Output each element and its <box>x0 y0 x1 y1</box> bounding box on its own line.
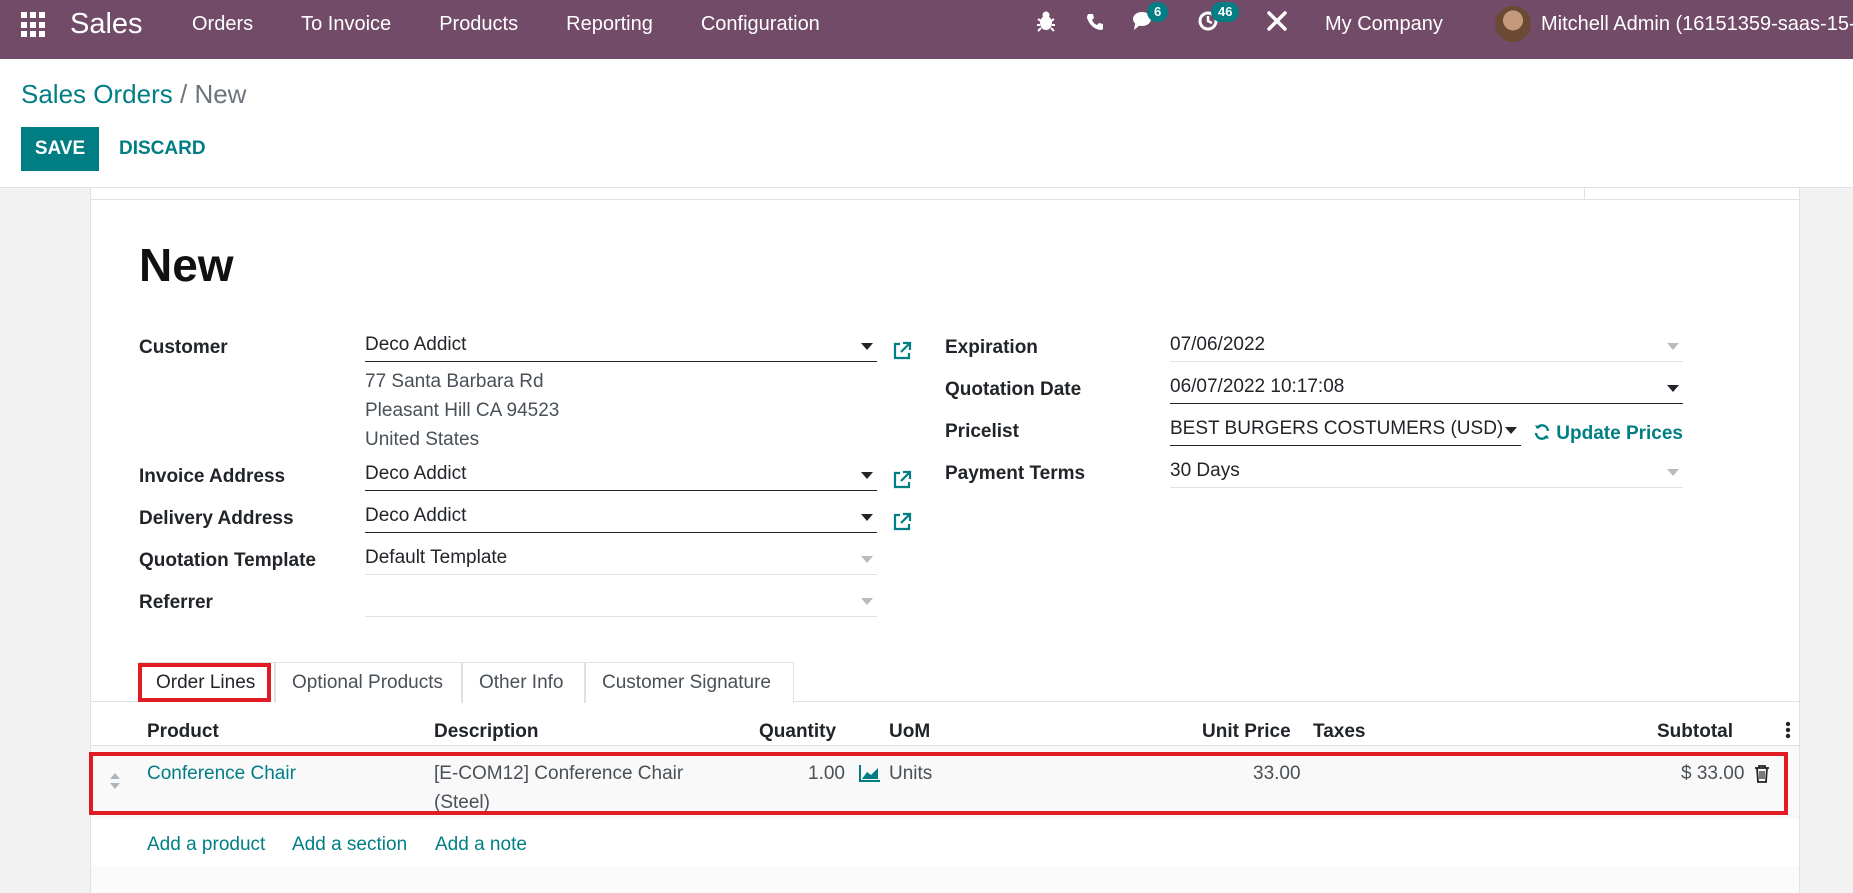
bug-icon[interactable] <box>1031 10 1061 40</box>
referrer-label: Referrer <box>139 592 213 613</box>
update-prices-button[interactable]: Update Prices <box>1533 423 1683 445</box>
customer-value: Deco Addict <box>365 334 467 355</box>
chevron-down-icon[interactable] <box>861 556 873 563</box>
breadcrumb-separator: / <box>179 79 188 109</box>
expiration-field[interactable]: 07/06/2022 <box>1170 330 1683 362</box>
refresh-icon <box>1534 424 1550 440</box>
chevron-down-icon[interactable] <box>1667 469 1679 476</box>
user-avatar[interactable] <box>1495 6 1531 42</box>
customer-address-city: Pleasant Hill CA 94523 <box>365 400 560 421</box>
app-brand[interactable]: Sales <box>70 8 143 41</box>
tab-optional-products[interactable]: Optional Products <box>275 662 462 703</box>
pricelist-label: Pricelist <box>945 421 1019 442</box>
top-navbar: Sales Orders To Invoice Products Reporti… <box>0 0 1853 59</box>
discard-button[interactable]: DISCARD <box>108 127 217 171</box>
column-description[interactable]: Description <box>434 721 539 743</box>
status-bar <box>91 188 1799 200</box>
quotation-date-value: 06/07/2022 10:17:08 <box>1170 376 1345 397</box>
control-panel: Sales Orders / New SAVE DISCARD <box>0 59 1853 188</box>
menu-to-invoice[interactable]: To Invoice <box>277 0 415 49</box>
chevron-down-icon[interactable] <box>861 598 873 605</box>
quotation-template-label: Quotation Template <box>139 550 316 571</box>
invoice-address-field[interactable]: Deco Addict <box>365 459 877 491</box>
column-uom[interactable]: UoM <box>889 721 930 743</box>
chevron-down-icon[interactable] <box>861 343 873 350</box>
external-link-icon[interactable] <box>891 511 913 533</box>
chevron-down-icon[interactable] <box>861 472 873 479</box>
payment-terms-value: 30 Days <box>1170 460 1240 481</box>
quotation-template-field[interactable]: Default Template <box>365 543 877 575</box>
add-section-link[interactable]: Add a section <box>292 834 407 856</box>
payment-terms-label: Payment Terms <box>945 463 1086 484</box>
expiration-value: 07/06/2022 <box>1170 334 1266 355</box>
company-switcher[interactable]: My Company <box>1325 13 1443 36</box>
activity-count-badge: 46 <box>1211 2 1240 22</box>
tab-highlight-box <box>138 663 271 702</box>
table-footer <box>91 866 1799 893</box>
activity-clock-icon[interactable]: 46 <box>1193 2 1240 40</box>
column-subtotal[interactable]: Subtotal <box>1657 721 1733 743</box>
customer-label: Customer <box>139 337 228 358</box>
menu-reporting[interactable]: Reporting <box>542 0 677 49</box>
delivery-address-field[interactable]: Deco Addict <box>365 501 877 533</box>
breadcrumb-sales-orders[interactable]: Sales Orders <box>21 79 173 109</box>
quotation-date-field[interactable]: 06/07/2022 10:17:08 <box>1170 372 1683 404</box>
referrer-field[interactable] <box>365 585 877 617</box>
chevron-down-icon[interactable] <box>1505 427 1517 434</box>
customer-address-country: United States <box>365 429 480 450</box>
chat-icon[interactable]: 6 <box>1129 2 1169 40</box>
apps-menu-icon[interactable] <box>21 12 47 38</box>
delivery-address-value: Deco Addict <box>365 505 467 526</box>
update-prices-label: Update Prices <box>1556 423 1684 444</box>
notebook-tabs: Order Lines Optional Products Other Info… <box>91 662 1799 703</box>
chevron-down-icon[interactable] <box>861 514 873 521</box>
column-taxes[interactable]: Taxes <box>1313 721 1365 743</box>
column-product[interactable]: Product <box>147 721 219 743</box>
column-options-icon[interactable] <box>1785 721 1795 745</box>
tab-customer-signature[interactable]: Customer Signature <box>585 662 794 703</box>
save-button[interactable]: SAVE <box>21 127 99 171</box>
chevron-down-icon[interactable] <box>1667 343 1679 350</box>
row-highlight-box <box>89 752 1788 815</box>
add-product-link[interactable]: Add a product <box>147 834 265 856</box>
payment-terms-field[interactable]: 30 Days <box>1170 456 1683 488</box>
quotation-date-label: Quotation Date <box>945 379 1082 400</box>
menu-orders[interactable]: Orders <box>168 0 277 49</box>
pricelist-value: BEST BURGERS COSTUMERS (USD) <box>1170 418 1504 439</box>
customer-field[interactable]: Deco Addict <box>365 330 877 362</box>
breadcrumb: Sales Orders / New <box>21 79 246 110</box>
user-menu[interactable]: Mitchell Admin (16151359-saas-15-1 <box>1541 13 1853 36</box>
column-unit-price[interactable]: Unit Price <box>1202 721 1291 743</box>
expiration-label: Expiration <box>945 337 1038 358</box>
phone-icon[interactable] <box>1080 10 1110 40</box>
quotation-template-value: Default Template <box>365 547 508 568</box>
external-link-icon[interactable] <box>891 340 913 362</box>
page-title: New <box>139 239 234 291</box>
invoice-address-label: Invoice Address <box>139 466 286 487</box>
invoice-address-value: Deco Addict <box>365 463 467 484</box>
add-note-link[interactable]: Add a note <box>435 834 527 856</box>
tools-icon[interactable] <box>1262 10 1292 40</box>
customer-address-street: 77 Santa Barbara Rd <box>365 371 544 392</box>
tab-other-info[interactable]: Other Info <box>462 662 585 703</box>
menu-products[interactable]: Products <box>415 0 542 49</box>
column-quantity[interactable]: Quantity <box>759 721 836 743</box>
main-menu: Orders To Invoice Products Reporting Con… <box>168 0 844 59</box>
menu-configuration[interactable]: Configuration <box>677 0 844 49</box>
chat-count-badge: 6 <box>1147 2 1169 22</box>
chevron-down-icon[interactable] <box>1667 385 1679 392</box>
delivery-address-label: Delivery Address <box>139 508 294 529</box>
pricelist-field[interactable]: BEST BURGERS COSTUMERS (USD) <box>1170 414 1521 446</box>
breadcrumb-current: New <box>194 79 247 109</box>
external-link-icon[interactable] <box>891 469 913 491</box>
form-sheet: New Customer Deco Addict 77 Santa Barbar… <box>89 188 1800 893</box>
